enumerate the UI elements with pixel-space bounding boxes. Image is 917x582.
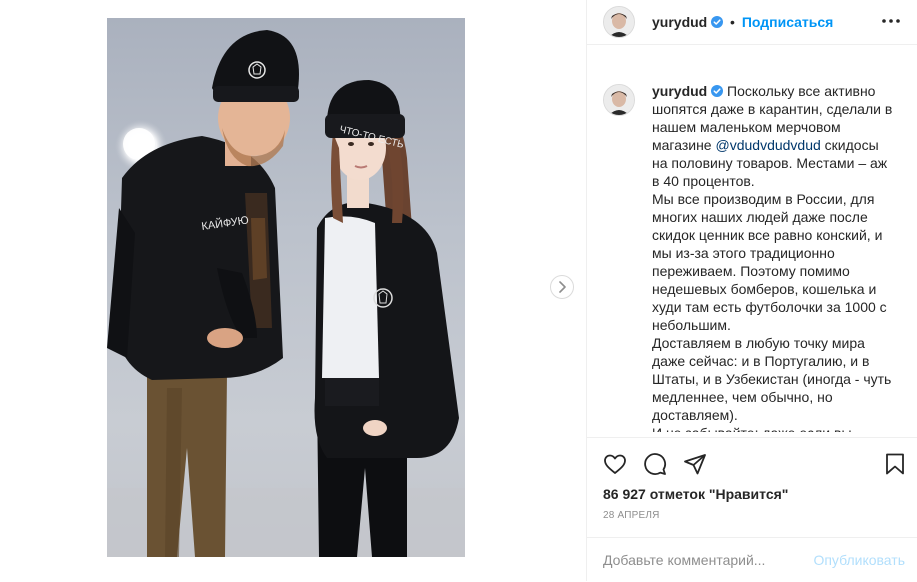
next-photo-button[interactable] bbox=[550, 275, 574, 299]
comment-input[interactable] bbox=[603, 550, 803, 570]
header-username[interactable]: yurydud bbox=[652, 14, 707, 30]
caption-line: на половину товаров. Местами – аж bbox=[652, 155, 888, 171]
caption-line: небольшим. bbox=[652, 317, 731, 333]
caption-line: И не забывайте: даже если вы bbox=[652, 424, 902, 432]
avatar[interactable] bbox=[603, 6, 635, 38]
caption-line: даже сейчас: и в Португалию, и в bbox=[652, 353, 870, 369]
publish-button[interactable]: Опубликовать bbox=[813, 552, 905, 568]
bookmark-icon bbox=[886, 453, 904, 475]
caption-line: магазине bbox=[652, 137, 712, 153]
post-side-panel: yurydud • Подписаться yurydud Поскольку … bbox=[587, 0, 917, 581]
action-bar: 86 927 отметок "Нравится" 28 апреля bbox=[587, 437, 917, 538]
verified-badge-icon bbox=[711, 16, 724, 28]
man-figure: КАЙФУЮ bbox=[107, 30, 299, 557]
share-button[interactable] bbox=[683, 452, 707, 481]
caption-username[interactable]: yurydud bbox=[652, 83, 707, 99]
caption-line: многих наших людей даже после bbox=[652, 209, 868, 225]
header-row: yurydud • Подписаться bbox=[652, 14, 833, 30]
caption-line: худи там есть футболочки за 1000 с bbox=[652, 299, 887, 315]
comment-box: Опубликовать bbox=[587, 537, 917, 582]
comment-bubble-icon bbox=[644, 453, 666, 475]
caption-line: шопятся даже в карантин, сделали в bbox=[652, 101, 893, 117]
more-options-button[interactable] bbox=[881, 11, 901, 36]
post-date[interactable]: 28 апреля bbox=[603, 510, 660, 521]
caption-line: Мы все производим в России, для bbox=[652, 191, 875, 207]
follow-button[interactable]: Подписаться bbox=[742, 14, 834, 30]
caption-line: медленнее, чем обычно, но bbox=[652, 389, 833, 405]
caption-text: yurydud Поскольку все активно шопятся да… bbox=[652, 82, 902, 432]
caption-line: Поскольку все активно bbox=[727, 83, 876, 99]
caption-line: недешевых бомберов, кошелька и bbox=[652, 281, 877, 297]
header-dot-separator: • bbox=[730, 14, 735, 30]
caption-line: нашем маленьком мерчовом bbox=[652, 119, 841, 135]
likes-count[interactable]: 86 927 отметок "Нравится" bbox=[603, 486, 788, 502]
verified-badge-icon bbox=[711, 85, 724, 97]
caption-line: Доставляем в любую точку мира bbox=[652, 335, 865, 351]
photo-illustration: КАЙФУЮ ЧТО-ТО ЕСТЬ bbox=[107, 30, 465, 557]
woman-figure: ЧТО-ТО ЕСТЬ bbox=[314, 80, 459, 557]
avatar-image bbox=[604, 85, 634, 115]
like-button[interactable] bbox=[603, 452, 627, 481]
save-button[interactable] bbox=[883, 452, 907, 481]
caption-line: доставляем). bbox=[652, 407, 738, 423]
comment-button[interactable] bbox=[643, 452, 667, 481]
more-dots-icon bbox=[882, 19, 900, 23]
caption-avatar[interactable] bbox=[603, 84, 635, 116]
post-photo[interactable]: КАЙФУЮ ЧТО-ТО ЕСТЬ bbox=[107, 18, 465, 557]
chevron-right-icon bbox=[559, 281, 566, 293]
caption-line: Штаты, и в Узбекистан (иногда - чуть bbox=[652, 371, 892, 387]
caption-line-suffix: скидосы bbox=[820, 137, 879, 153]
mention-link[interactable]: @vdudvdudvdud bbox=[716, 137, 821, 153]
paper-plane-icon bbox=[684, 454, 706, 475]
avatar-image bbox=[604, 7, 634, 37]
caption-line: переживаем. Поэтому помимо bbox=[652, 263, 850, 279]
caption-line: мы из-за этого традиционно bbox=[652, 245, 835, 261]
caption-scroll-area[interactable]: yurydud Поскольку все активно шопятся да… bbox=[587, 60, 917, 432]
caption-line: в 40 процентов. bbox=[652, 173, 755, 189]
caption-line: скидок ценник все равно конский, и bbox=[652, 227, 883, 243]
heart-icon bbox=[604, 454, 626, 474]
media-area: КАЙФУЮ ЧТО-ТО ЕСТЬ bbox=[0, 0, 586, 581]
post-header: yurydud • Подписаться bbox=[587, 0, 917, 45]
